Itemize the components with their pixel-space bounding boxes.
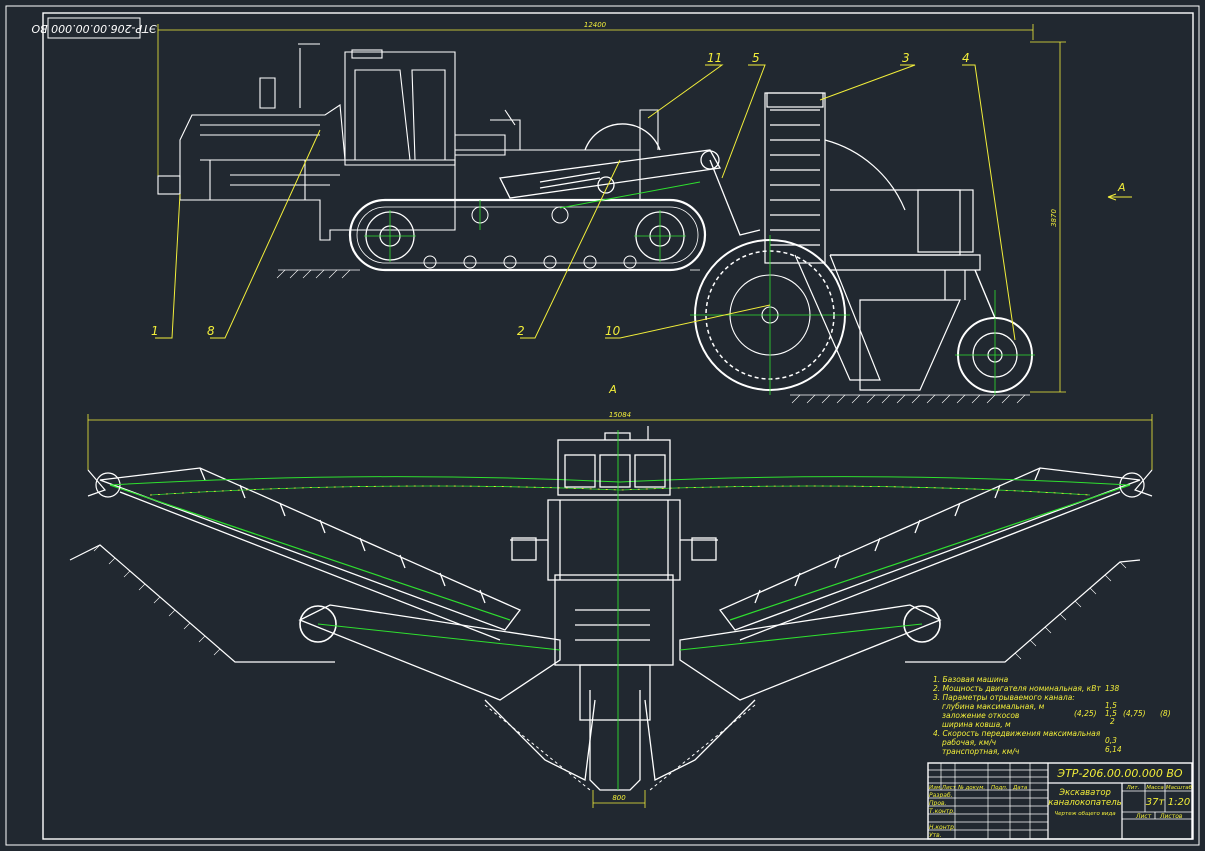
view-arrow-label: A: [1117, 181, 1126, 194]
mass-value: 37т: [1146, 797, 1166, 808]
dim-overall-length: 12400: [584, 21, 607, 29]
spec-line-2: 2. Мощность двигателя номинальная, кВт: [933, 684, 1101, 693]
callout-2: 2: [517, 324, 525, 338]
stamp-col-date: Дата: [1012, 785, 1028, 791]
sheet-label: Лист: [1135, 813, 1152, 820]
view-arrow: [1107, 193, 1132, 201]
spec-line-9: транспортная, км/ч: [942, 747, 1020, 756]
stamp-row-prov: Пров.: [929, 800, 947, 807]
col-scale: Масштаб: [1166, 785, 1193, 791]
stamp-row-nkontr: Н.контр.: [929, 824, 956, 831]
spec-line-5: заложение откосов: [942, 711, 1019, 720]
spec-val-slope-b: 2: [1110, 717, 1115, 726]
sheets-label: Листов: [1159, 813, 1183, 820]
callout-1: 1: [151, 324, 159, 338]
stamp-row-utv: Утв.: [929, 832, 942, 839]
spec-val-bucket-b: (4,75): [1123, 709, 1146, 718]
stamp-row-tkontr: Т.контр.: [929, 808, 955, 815]
stamp-row-razrab: Разраб.: [929, 792, 953, 799]
stamp-col-sign: Подп.: [991, 785, 1008, 791]
view-a-title: A: [608, 383, 617, 396]
spec-val-power: 138: [1105, 684, 1120, 693]
spec-val-speed-work: 0,3: [1105, 736, 1117, 745]
title-name-1: Экскаватор: [1058, 788, 1111, 798]
spec-notes: 1. Базовая машина 2. Мощность двигателя …: [933, 675, 1171, 756]
scale-value: 1:20: [1168, 797, 1190, 808]
spec-line-3: 3. Параметры отрываемого канала:: [933, 693, 1075, 702]
side-elevation-view: 12400 3870 1 8 2 10 11 5 3 4 A: [151, 21, 1132, 404]
callout-4: 4: [962, 51, 970, 65]
title-subtitle: Чертеж общего вида: [1054, 811, 1116, 817]
col-lit: Лит.: [1126, 785, 1140, 791]
callout-10: 10: [605, 324, 621, 338]
callout-3: 3: [902, 51, 910, 65]
spec-val-bucket-a: (4,25): [1074, 709, 1097, 718]
dim-bottom-width: 800: [612, 794, 626, 802]
spec-line-6: ширина ковша, м: [942, 720, 1011, 729]
spec-line-4: глубина максимальная, м: [942, 702, 1045, 711]
col-mass: Масса: [1146, 785, 1164, 791]
spec-val-bucket-c: (8): [1160, 709, 1171, 718]
spec-val-speed-transport: 6,14: [1105, 745, 1122, 754]
callout-5: 5: [752, 51, 760, 65]
sheet-outer-frame: [5, 5, 1200, 846]
callout-11: 11: [707, 51, 722, 65]
stamp-row-izm: Изм.Лист: [929, 785, 957, 791]
title-name-2: каналокопатель: [1048, 798, 1121, 808]
spec-line-7: 4. Скорость передвижения максимальная: [933, 729, 1101, 738]
trench-profile: [69, 544, 1141, 663]
title-block: Изм.Лист Разраб. Пров. Т.контр. Н.контр.…: [927, 762, 1193, 840]
callout-8: 8: [207, 324, 215, 338]
dim-height: 3870: [1050, 209, 1058, 227]
spec-line-8: рабочая, км/ч: [941, 738, 997, 747]
stamp-col-doc: № докум.: [957, 785, 985, 791]
spec-line-1: 1. Базовая машина: [933, 675, 1009, 684]
stamp-code: ЭТР-206.00.00.000 ВО: [31, 22, 158, 35]
dim-plan-width: 15084: [609, 411, 631, 419]
cad-drawing: ЭТР-206.00.00.000 ВО 12400 3870 1 8 2 10…: [5, 5, 1200, 846]
crawler-track: [348, 198, 707, 272]
title-code: ЭТР-206.00.00.000 ВО: [1056, 767, 1183, 780]
